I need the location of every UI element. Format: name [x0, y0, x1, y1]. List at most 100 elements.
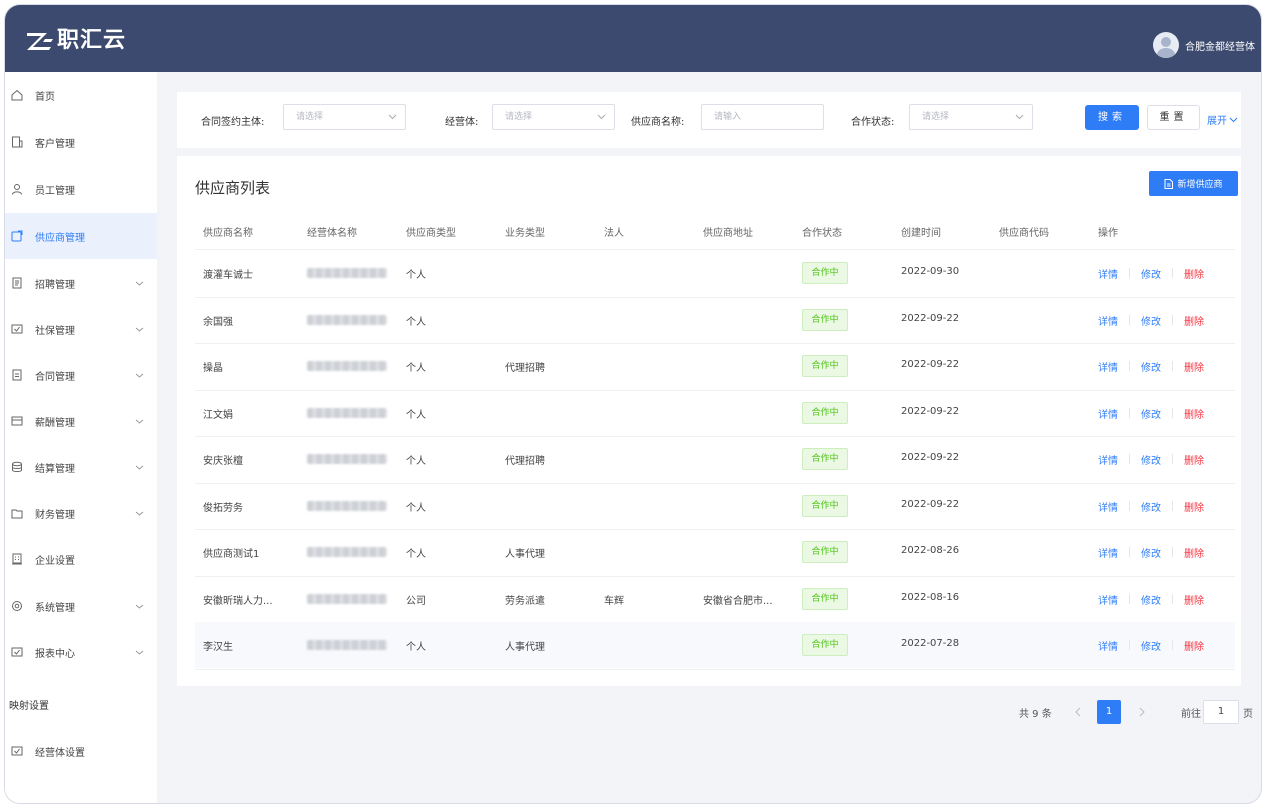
- delete-link[interactable]: 删除: [1184, 592, 1204, 607]
- sidebar-item-finance[interactable]: 财务管理: [5, 490, 157, 536]
- divider: [195, 482, 1235, 484]
- divider: [195, 296, 1235, 298]
- action-separator: [1172, 593, 1173, 604]
- detail-link[interactable]: 详情: [1098, 638, 1118, 653]
- action-separator: [1129, 407, 1130, 418]
- edit-link[interactable]: 修改: [1141, 266, 1161, 281]
- avatar[interactable]: [1153, 32, 1179, 58]
- add-supplier-button[interactable]: 新增供应商: [1149, 171, 1238, 196]
- detail-link[interactable]: 详情: [1098, 406, 1118, 421]
- status-label: 合作状态:: [851, 117, 895, 128]
- settlement-icon: [12, 461, 22, 472]
- supplier-type-cell: 公司: [406, 595, 426, 607]
- customer-icon: [12, 136, 23, 148]
- status-badge: 合作中: [802, 634, 848, 656]
- sidebar-item-settlement[interactable]: 结算管理: [5, 444, 157, 490]
- pagination-goto-input[interactable]: 1: [1203, 700, 1239, 724]
- created-date-cell: 2022-08-16: [901, 591, 960, 603]
- column-header: 经营体名称: [307, 228, 357, 239]
- supplier-list-card: 供应商列表 新增供应商 供应商名称 经营体名称 供应商类型 业务类型 法人 供应商地址 合作…: [177, 156, 1241, 686]
- column-header: 供应商类型: [406, 228, 456, 239]
- sidebar-item-system[interactable]: 系统管理: [5, 583, 157, 629]
- sidebar-item-org-settings[interactable]: 经营体设置: [5, 728, 157, 774]
- edit-link[interactable]: 修改: [1141, 638, 1161, 653]
- edit-link[interactable]: 修改: [1141, 406, 1161, 421]
- expand-label: 展开: [1207, 116, 1227, 127]
- sidebar-item-customers[interactable]: 客户管理: [5, 119, 157, 165]
- delete-link[interactable]: 删除: [1184, 638, 1204, 653]
- status-badge: 合作中: [802, 308, 848, 331]
- action-separator: [1129, 640, 1130, 650]
- action-separator: [1172, 640, 1173, 650]
- sidebar-item-reports[interactable]: 报表中心: [5, 629, 157, 675]
- reset-button[interactable]: 重置: [1147, 105, 1200, 130]
- sidebar-item-employees[interactable]: 员工管理: [5, 166, 157, 212]
- sidebar-item-salary[interactable]: 薪酬管理: [5, 398, 157, 444]
- contract-icon: [12, 369, 22, 381]
- pagination-page-unit: 页: [1243, 709, 1253, 720]
- business-type-cell: 劳务派遣: [505, 595, 545, 607]
- edit-link[interactable]: 修改: [1141, 452, 1161, 467]
- delete-link[interactable]: 删除: [1184, 266, 1204, 281]
- sidebar-item-recruitment[interactable]: 招聘管理: [5, 260, 157, 306]
- expand-button[interactable]: 展开: [1207, 112, 1238, 127]
- chevron-down-icon: [135, 419, 144, 424]
- sidebar-item-suppliers[interactable]: 供应商管理: [5, 213, 157, 259]
- sidebar-item-social-insurance[interactable]: 社保管理: [5, 306, 157, 352]
- user-menu[interactable]: 合肥金都经营体: [1153, 32, 1255, 58]
- action-separator: [1129, 454, 1130, 464]
- chevron-down-icon: [1229, 117, 1238, 122]
- supplier-name-input[interactable]: 请输入: [701, 104, 824, 130]
- edit-link[interactable]: 修改: [1141, 545, 1161, 560]
- detail-link[interactable]: 详情: [1098, 313, 1118, 328]
- filter-bar: 合同签约主体: 请选择 经营体: 请选择 供应商名称: 请输入 合作状态: 请选…: [177, 92, 1241, 148]
- user-name: 合肥金都经营体: [1185, 41, 1255, 53]
- edit-link[interactable]: 修改: [1141, 499, 1161, 514]
- detail-link[interactable]: 详情: [1098, 545, 1118, 560]
- redacted-operator-name: [307, 314, 387, 325]
- delete-link[interactable]: 删除: [1184, 499, 1204, 514]
- enterprise-icon: [12, 553, 22, 565]
- status-badge: 合作中: [802, 262, 848, 284]
- search-button[interactable]: 搜索: [1085, 105, 1139, 130]
- salary-icon: [11, 416, 23, 426]
- supplier-name-cell: 俊拓劳务: [203, 502, 243, 514]
- detail-link[interactable]: 详情: [1098, 499, 1118, 514]
- column-header: 创建时间: [901, 228, 941, 239]
- brand-logo[interactable]: 职汇云: [25, 29, 126, 53]
- created-date-cell: 2022-09-22: [901, 405, 960, 417]
- detail-link[interactable]: 详情: [1098, 266, 1118, 281]
- supplier-type-cell: 个人: [406, 502, 426, 514]
- status-select[interactable]: 请选择: [909, 104, 1033, 130]
- contract-entity-select[interactable]: 请选择: [283, 104, 406, 130]
- delete-link[interactable]: 删除: [1184, 313, 1204, 328]
- operator-select[interactable]: 请选择: [492, 104, 615, 130]
- pagination-page-current[interactable]: 1: [1097, 700, 1121, 724]
- chevron-right-icon[interactable]: [1137, 706, 1147, 718]
- pagination-goto-label: 前往: [1181, 709, 1201, 720]
- delete-link[interactable]: 删除: [1184, 406, 1204, 421]
- pagination-total: 共 9 条: [1019, 709, 1052, 720]
- chevron-left-icon[interactable]: [1073, 706, 1083, 718]
- edit-link[interactable]: 修改: [1141, 592, 1161, 607]
- sidebar-item-enterprise[interactable]: 企业设置: [5, 536, 157, 582]
- status-badge: 合作中: [802, 541, 848, 563]
- sidebar-item-label: 结算管理: [35, 463, 75, 475]
- delete-link[interactable]: 删除: [1184, 452, 1204, 467]
- detail-link[interactable]: 详情: [1098, 359, 1118, 374]
- edit-link[interactable]: 修改: [1141, 359, 1161, 374]
- sidebar-item-home[interactable]: 首页: [5, 72, 157, 118]
- redacted-operator-name: [307, 407, 387, 418]
- system-icon: [12, 601, 22, 611]
- add-supplier-label: 新增供应商: [1177, 180, 1223, 190]
- action-separator: [1129, 500, 1130, 511]
- column-header: 供应商地址: [703, 228, 753, 239]
- delete-link[interactable]: 删除: [1184, 545, 1204, 560]
- detail-link[interactable]: 详情: [1098, 452, 1118, 467]
- supplier-type-cell: 个人: [406, 270, 426, 281]
- edit-link[interactable]: 修改: [1141, 313, 1161, 328]
- sidebar-item-contracts[interactable]: 合同管理: [5, 352, 157, 398]
- delete-link[interactable]: 删除: [1184, 359, 1204, 374]
- sidebar: 首页 客户管理 员工管理 供应商管理 招聘管理 社保管理 合同管理 薪酬管理 结…: [5, 72, 157, 803]
- detail-link[interactable]: 详情: [1098, 592, 1118, 607]
